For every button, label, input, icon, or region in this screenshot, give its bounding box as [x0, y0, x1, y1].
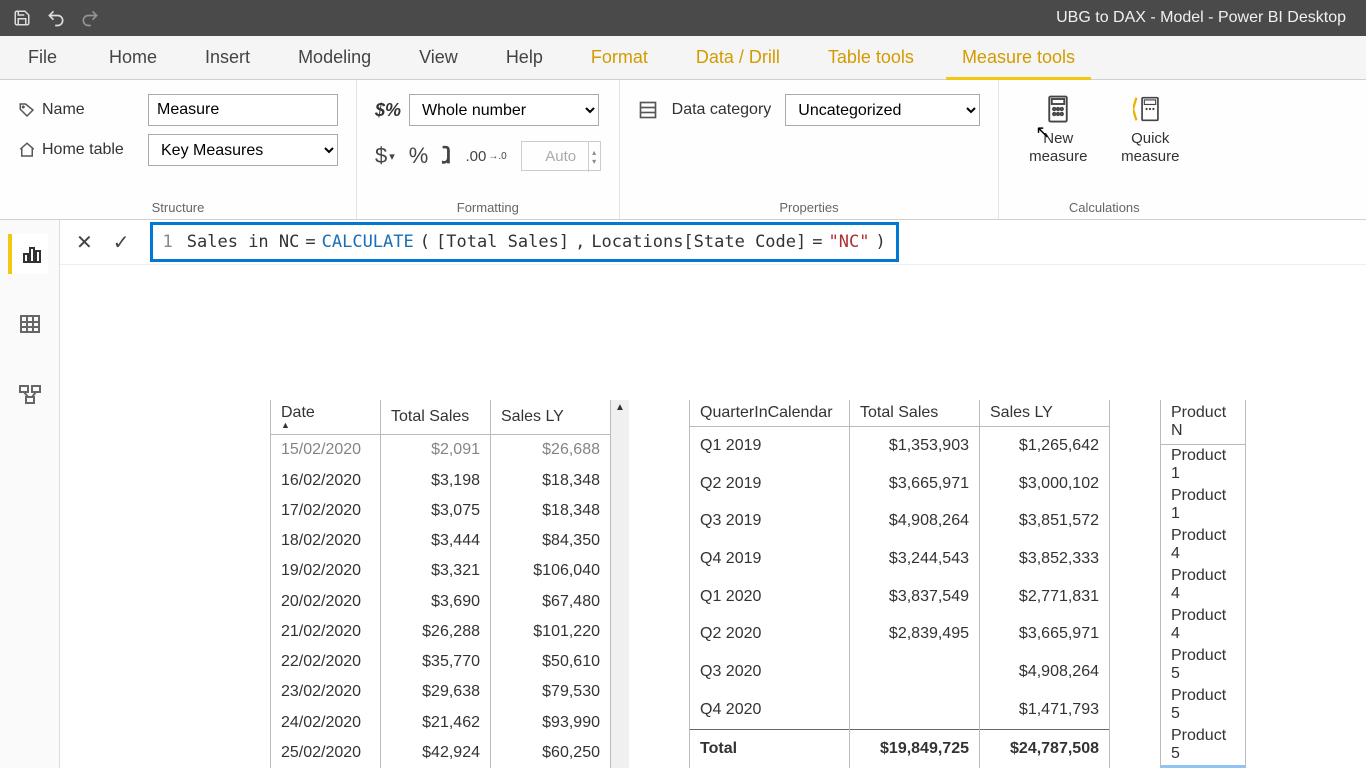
tab-data-drill[interactable]: Data / Drill: [672, 36, 804, 79]
home-table-select[interactable]: Key Measures: [148, 134, 338, 166]
table-row[interactable]: Product 5: [1161, 685, 1246, 725]
table-row[interactable]: Product 4: [1161, 565, 1246, 605]
tab-home[interactable]: Home: [85, 36, 181, 79]
tab-format[interactable]: Format: [567, 36, 672, 79]
table-row[interactable]: Product 5: [1161, 725, 1246, 765]
table-daily-sales[interactable]: Date Total Sales Sales LY 15/02/2020$2,0…: [270, 400, 611, 768]
data-view-button[interactable]: [10, 304, 50, 344]
table-row[interactable]: Q1 2019$1,353,903$1,265,642: [690, 427, 1110, 466]
table-row[interactable]: 21/02/2020$26,288$101,220: [271, 617, 611, 647]
model-view-button[interactable]: [10, 374, 50, 414]
data-category-select[interactable]: Uncategorized: [785, 94, 980, 126]
table-row[interactable]: Product 4: [1161, 605, 1246, 645]
table-row[interactable]: Q4 2019$3,244,543$3,852,333: [690, 540, 1110, 578]
table-row[interactable]: Product 1: [1161, 485, 1246, 525]
line-number: 1: [163, 232, 173, 252]
table-row[interactable]: 18/02/2020$3,444$84,350: [271, 526, 611, 556]
group-label-calculations: Calculations: [1017, 198, 1191, 215]
table-row[interactable]: Q1 2020$3,837,549$2,771,831: [690, 578, 1110, 616]
col-sales-ly-q[interactable]: Sales LY: [980, 400, 1110, 427]
tag-icon: [18, 101, 36, 119]
col-product[interactable]: Product N: [1161, 400, 1246, 445]
table-row[interactable]: Q2 2019$3,665,971$3,000,102: [690, 465, 1110, 503]
table-row[interactable]: 20/02/2020$3,690$67,480: [271, 586, 611, 616]
percent-button[interactable]: %: [409, 143, 429, 169]
tab-insert[interactable]: Insert: [181, 36, 274, 79]
name-input[interactable]: [148, 94, 338, 126]
currency-button[interactable]: $ ▾: [375, 143, 395, 169]
group-calculations: New measure ↖ Quick measure Calculations: [999, 80, 1209, 219]
decimal-places-input[interactable]: Auto▴▾: [521, 141, 601, 171]
home-table-icon: [18, 141, 36, 159]
table-row[interactable]: 15/02/2020$2,091$26,688: [271, 435, 611, 466]
new-measure-label: New measure: [1017, 130, 1099, 166]
col-date[interactable]: Date: [271, 400, 381, 435]
titlebar: UBG to DAX - Model - Power BI Desktop: [0, 0, 1366, 36]
view-rail: [0, 220, 60, 768]
table-row[interactable]: Product 4: [1161, 525, 1246, 565]
quick-measure-icon: [1133, 92, 1167, 126]
table-row[interactable]: Q3 2020$4,908,264: [690, 653, 1110, 691]
table-row[interactable]: 19/02/2020$3,321$106,040: [271, 556, 611, 586]
table-total-row: Total$19,849,725$24,787,508: [690, 729, 1110, 768]
table-row[interactable]: Q3 2019$4,908,264$3,851,572: [690, 503, 1110, 541]
group-label-formatting: Formatting: [375, 198, 601, 215]
group-formatting: $% Whole number $ ▾ % ⱹ .00→.0 Auto▴▾ Fo…: [357, 80, 620, 219]
redo-icon[interactable]: [80, 8, 100, 28]
ribbon-tabs: File Home Insert Modeling View Help Form…: [0, 36, 1366, 80]
commit-formula-button[interactable]: ✓: [113, 230, 130, 255]
undo-icon[interactable]: [46, 8, 66, 28]
cancel-formula-button[interactable]: ✕: [76, 230, 93, 255]
new-measure-button[interactable]: New measure ↖: [1017, 90, 1099, 198]
report-view-button[interactable]: [8, 234, 48, 274]
tab-measure-tools[interactable]: Measure tools: [938, 36, 1099, 79]
formula-bar: ✕ ✓ 1 Sales in NC = CALCULATE ( [Total S…: [60, 220, 1366, 265]
table-row[interactable]: Q2 2020$2,839,495$3,665,971: [690, 616, 1110, 654]
thousands-button[interactable]: ⱹ: [442, 143, 451, 169]
col-sales-ly[interactable]: Sales LY: [491, 400, 611, 435]
group-properties: Data category Uncategorized Properties: [620, 80, 1000, 219]
quick-measure-label: Quick measure: [1109, 130, 1191, 166]
table-row[interactable]: 25/02/2020$42,924$60,250: [271, 738, 611, 768]
calculator-icon: [1043, 92, 1073, 126]
col-quarter[interactable]: QuarterInCalendar: [690, 400, 850, 427]
tab-modeling[interactable]: Modeling: [274, 36, 395, 79]
table-row[interactable]: 16/02/2020$3,198$18,348: [271, 465, 611, 495]
window-title: UBG to DAX - Model - Power BI Desktop: [100, 9, 1354, 27]
data-category-icon: [638, 100, 658, 120]
name-label: Name: [42, 101, 85, 119]
save-icon[interactable]: [12, 8, 32, 28]
quick-measure-button[interactable]: Quick measure: [1109, 90, 1191, 198]
data-category-label: Data category: [672, 101, 772, 119]
table-row[interactable]: Q4 2020$1,471,793: [690, 691, 1110, 730]
tab-table-tools[interactable]: Table tools: [804, 36, 938, 79]
table-row[interactable]: Product 5: [1161, 645, 1246, 685]
table-products[interactable]: Product N Product 1Product 1Product 4Pro…: [1160, 400, 1246, 768]
group-structure: Name Home table Key Measures Structure: [0, 80, 357, 219]
canvas: ✕ ✓ 1 Sales in NC = CALCULATE ( [Total S…: [60, 220, 1366, 768]
home-table-label: Home table: [42, 141, 124, 159]
group-label-properties: Properties: [638, 198, 981, 215]
tab-file[interactable]: File: [0, 36, 85, 79]
group-label-structure: Structure: [18, 198, 338, 215]
table-row[interactable]: 23/02/2020$29,638$79,530: [271, 677, 611, 707]
format-type-select[interactable]: Whole number: [409, 94, 599, 126]
decimal-button[interactable]: .00→.0: [465, 148, 506, 165]
tab-help[interactable]: Help: [482, 36, 567, 79]
table-row[interactable]: Product 1: [1161, 445, 1246, 486]
decimal-spinner[interactable]: ▴▾: [588, 142, 600, 172]
format-type-icon: $%: [375, 100, 401, 121]
table-row[interactable]: 22/02/2020$35,770$50,610: [271, 647, 611, 677]
table-row[interactable]: 17/02/2020$3,075$18,348: [271, 496, 611, 526]
table-row[interactable]: 24/02/2020$21,462$93,990: [271, 707, 611, 737]
scrollbar[interactable]: ▲: [611, 400, 629, 768]
col-total-sales[interactable]: Total Sales: [381, 400, 491, 435]
tab-view[interactable]: View: [395, 36, 482, 79]
col-total-sales-q[interactable]: Total Sales: [850, 400, 980, 427]
formula-input[interactable]: 1 Sales in NC = CALCULATE ( [Total Sales…: [150, 222, 899, 262]
ribbon-body: Name Home table Key Measures Structure $…: [0, 80, 1366, 220]
table-quarterly-sales[interactable]: QuarterInCalendar Total Sales Sales LY Q…: [689, 400, 1110, 768]
